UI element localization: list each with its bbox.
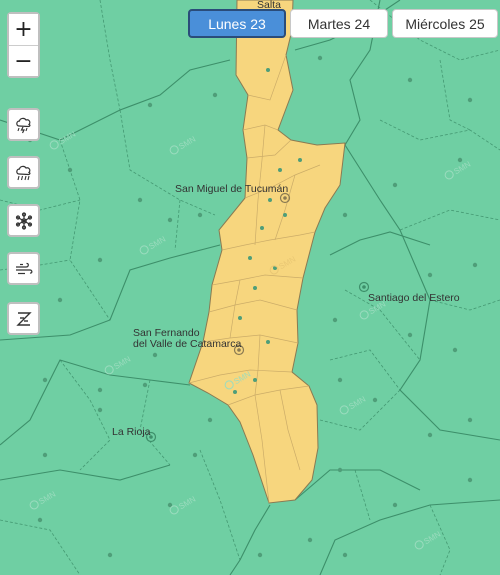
rain-layer-button[interactable] <box>7 156 40 189</box>
storm-layer-button[interactable] <box>7 108 40 141</box>
snow-layer-button[interactable] <box>7 204 40 237</box>
zoom-in-button[interactable]: + <box>9 14 38 45</box>
label-catamarca-2: del Valle de Catamarca <box>133 338 242 350</box>
label-larioja: La Rioja <box>112 426 151 438</box>
day-tab-monday[interactable]: Lunes 23 <box>188 9 286 38</box>
wind-icon <box>15 262 32 274</box>
snow-icon <box>15 211 32 230</box>
rain-icon <box>15 165 30 180</box>
zonda-layer-button[interactable] <box>7 302 40 335</box>
day-selector: Lunes 23 Martes 24 Miércoles 25 <box>188 9 498 38</box>
wind-layer-button[interactable] <box>7 252 40 285</box>
day-tab-wednesday[interactable]: Miércoles 25 <box>392 9 498 38</box>
day-tab-tuesday[interactable]: Martes 24 <box>290 9 388 38</box>
storm-icon <box>15 117 30 133</box>
label-santiago: Santiago del Estero <box>368 292 460 304</box>
zoom-out-button[interactable]: − <box>9 45 38 76</box>
label-tucuman: San Miguel de Tucumán <box>175 183 288 195</box>
alert-map[interactable]: SMN SMN SMN SMN SMN SMN SMN SMN SMN SMN … <box>0 0 500 575</box>
zoom-control: + − <box>7 12 40 78</box>
zonda-icon <box>15 311 32 326</box>
